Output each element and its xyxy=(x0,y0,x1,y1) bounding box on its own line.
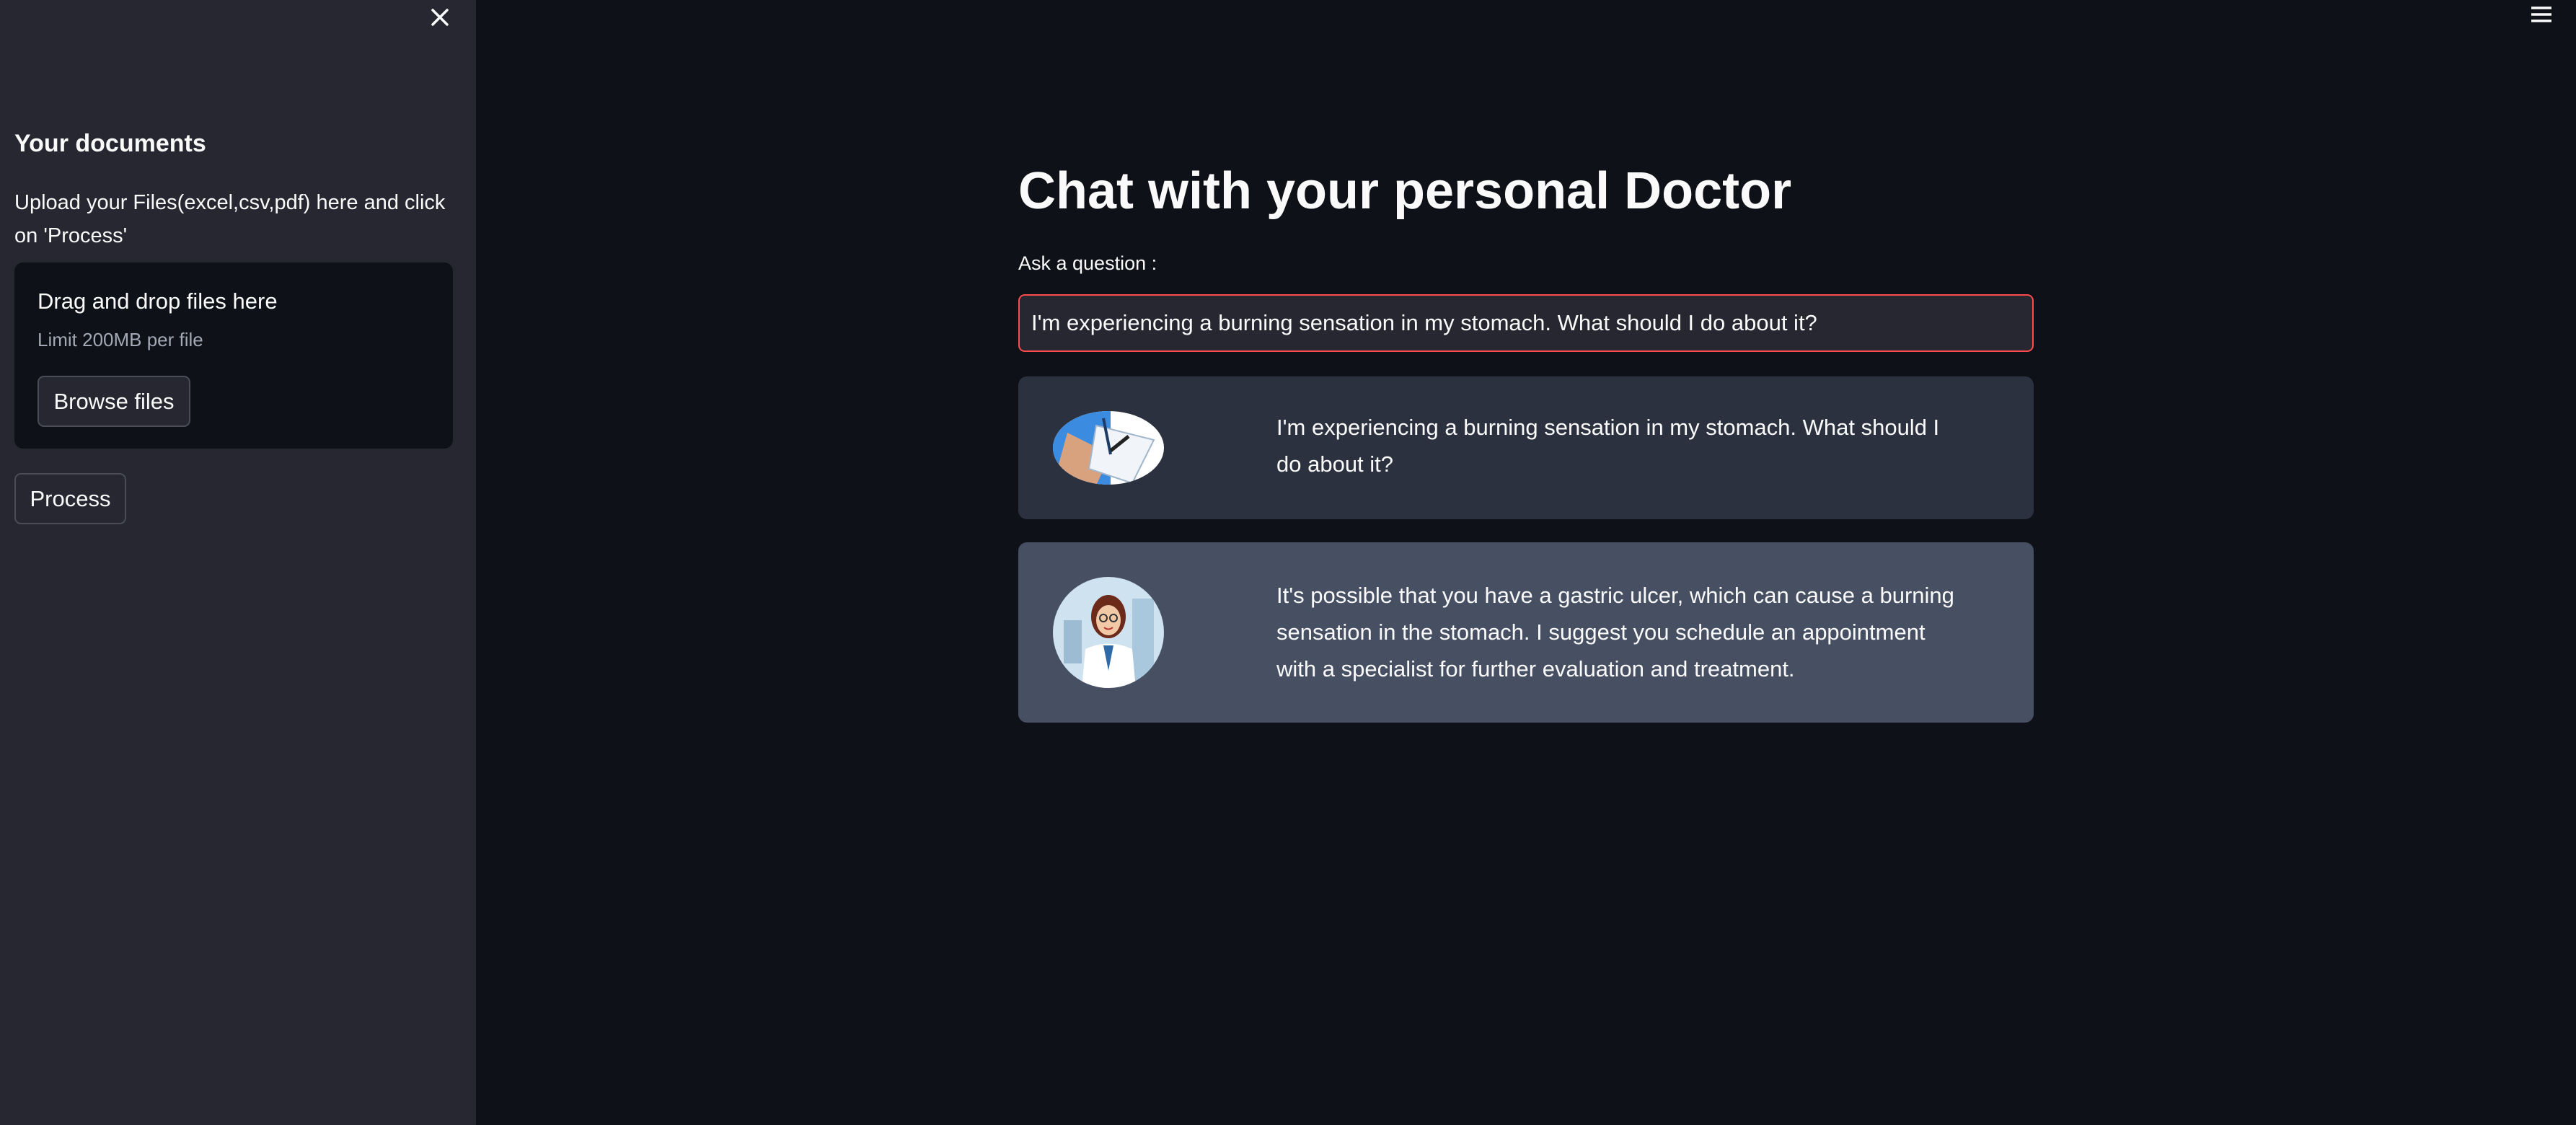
sidebar-description: Upload your Files(excel,csv,pdf) here an… xyxy=(14,191,446,247)
bot-message: It's possible that you have a gastric ul… xyxy=(1018,542,2034,723)
hamburger-icon xyxy=(2531,6,2551,22)
doctor-cartoon-icon xyxy=(1053,577,1164,688)
doctor-hands-photo-icon xyxy=(1053,411,1164,485)
close-icon xyxy=(431,9,449,26)
dropzone-title: Drag and drop files here xyxy=(38,288,278,314)
dropzone-limit: Limit 200MB per file xyxy=(38,329,203,350)
main-menu-button[interactable] xyxy=(2526,1,2557,27)
file-dropzone[interactable]: Drag and drop files here Limit 200MB per… xyxy=(14,262,453,449)
user-avatar xyxy=(1053,411,1165,489)
bot-avatar xyxy=(1053,577,1165,692)
close-sidebar-button[interactable] xyxy=(425,3,454,32)
page-title: Chat with your personal Doctor xyxy=(1018,162,1792,220)
question-label: Ask a question : xyxy=(1018,252,1157,274)
user-message-text: I'm experiencing a burning sensation in … xyxy=(1276,415,1940,477)
sidebar: Your documents Upload your Files(excel,c… xyxy=(0,0,476,1125)
user-message: I'm experiencing a burning sensation in … xyxy=(1018,376,2034,519)
bot-message-text: It's possible that you have a gastric ul… xyxy=(1276,583,1954,681)
process-button[interactable]: Process xyxy=(14,473,126,524)
question-input[interactable] xyxy=(1018,294,2034,352)
browse-files-button[interactable]: Browse files xyxy=(38,376,190,427)
sidebar-title: Your documents xyxy=(14,130,206,157)
